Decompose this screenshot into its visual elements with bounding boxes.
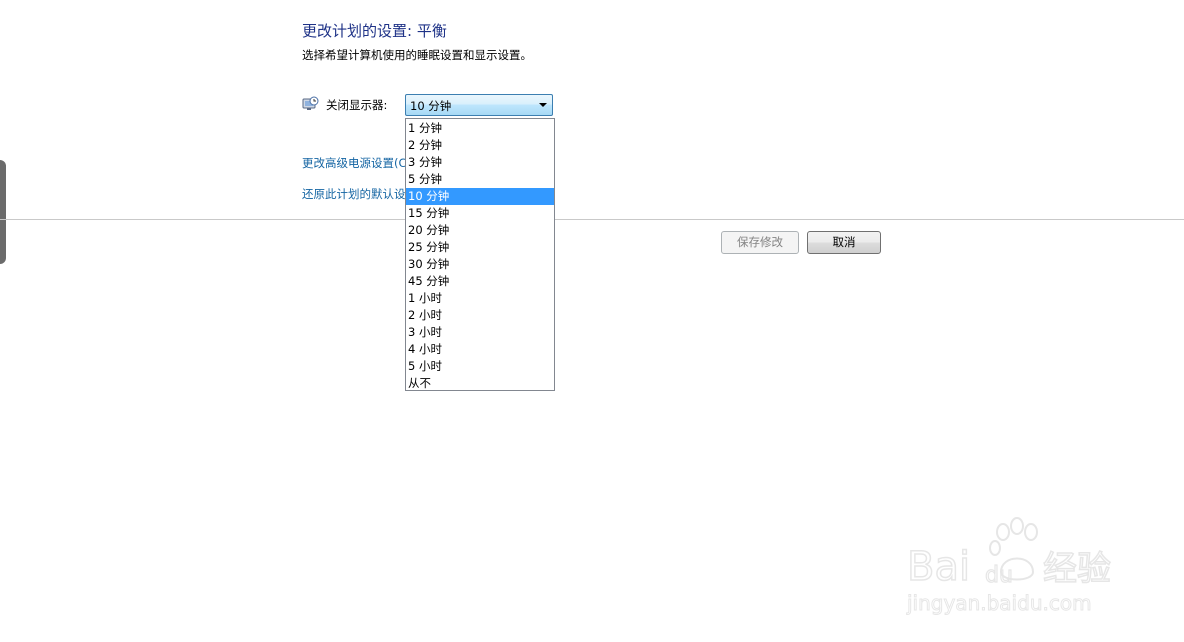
baidu-jingyan-watermark: Bai du 经验 jingyan.baidu.com bbox=[906, 517, 1112, 616]
monitor-clock-icon bbox=[302, 96, 319, 110]
dropdown-option[interactable]: 2 分钟 bbox=[406, 137, 554, 154]
dropdown-option[interactable]: 3 分钟 bbox=[406, 154, 554, 171]
dropdown-option[interactable]: 1 小时 bbox=[406, 290, 554, 307]
display-off-select-value: 10 分钟 bbox=[410, 99, 452, 113]
display-off-label: 关闭显示器: bbox=[326, 98, 388, 112]
dropdown-option[interactable]: 5 小时 bbox=[406, 358, 554, 375]
dropdown-option[interactable]: 从不 bbox=[406, 375, 554, 392]
dropdown-option[interactable]: 1 分钟 bbox=[406, 120, 554, 137]
display-off-dropdown[interactable]: 1 分钟 2 分钟 3 分钟 5 分钟 10 分钟 15 分钟 20 分钟 25 分钟 30 分… bbox=[405, 118, 555, 391]
dropdown-option[interactable]: 10 分钟 bbox=[406, 188, 554, 205]
page-subtitle: 选择希望计算机使用的睡眠设置和显示设置。 bbox=[302, 48, 532, 62]
dropdown-option[interactable]: 15 分钟 bbox=[406, 205, 554, 222]
dropdown-option[interactable]: 20 分钟 bbox=[406, 222, 554, 239]
advanced-power-settings-link[interactable]: 更改高级电源设置(C) bbox=[302, 155, 411, 171]
dropdown-option[interactable]: 4 小时 bbox=[406, 341, 554, 358]
svg-text:Bai: Bai bbox=[907, 544, 970, 590]
dropdown-option[interactable]: 25 分钟 bbox=[406, 239, 554, 256]
window-edge bbox=[0, 160, 6, 264]
cancel-button[interactable]: 取消 bbox=[807, 231, 881, 254]
dropdown-option[interactable]: 30 分钟 bbox=[406, 256, 554, 273]
dropdown-option[interactable]: 45 分钟 bbox=[406, 273, 554, 290]
dropdown-option[interactable]: 3 小时 bbox=[406, 324, 554, 341]
display-off-select[interactable]: 10 分钟 bbox=[405, 94, 553, 116]
svg-text:经验: 经验 bbox=[1043, 549, 1111, 589]
page-title: 更改计划的设置: 平衡 bbox=[302, 22, 447, 40]
svg-text:jingyan.baidu.com: jingyan.baidu.com bbox=[906, 591, 1092, 615]
save-changes-button[interactable]: 保存修改 bbox=[721, 231, 799, 254]
svg-text:du: du bbox=[985, 563, 1013, 588]
restore-defaults-link[interactable]: 还原此计划的默认设置 bbox=[302, 186, 417, 202]
dropdown-option[interactable]: 2 小时 bbox=[406, 307, 554, 324]
divider bbox=[0, 219, 1184, 220]
chevron-down-icon[interactable] bbox=[539, 103, 547, 107]
dropdown-option[interactable]: 5 分钟 bbox=[406, 171, 554, 188]
